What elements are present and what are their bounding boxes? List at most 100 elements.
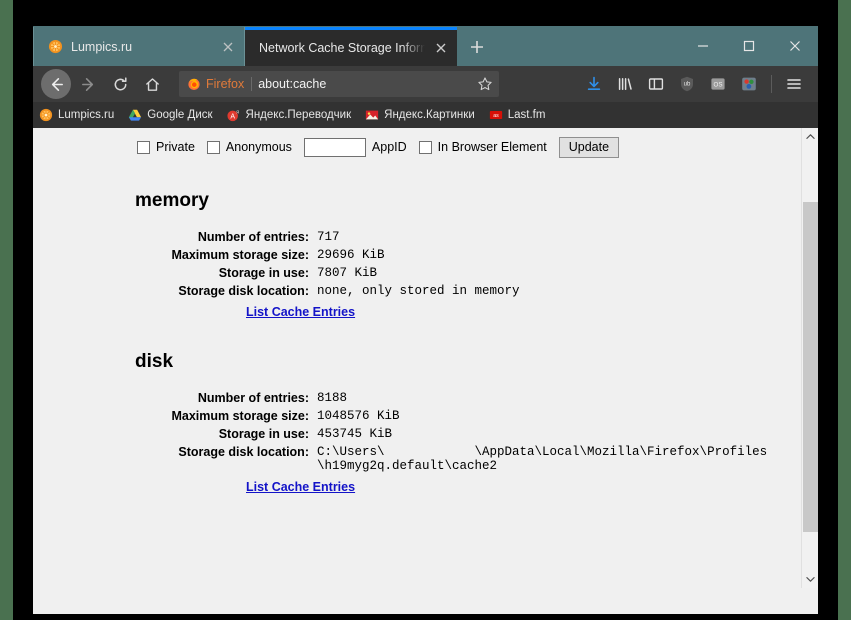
extension-icon[interactable] <box>735 70 763 98</box>
table-row: Maximum storage size: 29696 KiB <box>33 246 520 264</box>
appid-input[interactable] <box>303 137 366 157</box>
firefox-logo-icon <box>188 78 200 90</box>
bookmark-label: Last.fm <box>507 109 546 121</box>
bookmark-google-disk[interactable]: Google Диск <box>128 108 213 122</box>
close-icon[interactable] <box>220 39 236 55</box>
row-label: Storage disk location: <box>178 445 309 459</box>
table-row: Storage disk location: none, only stored… <box>33 282 519 300</box>
row-value: 453745 KiB <box>317 427 393 441</box>
scroll-down-arrow-icon[interactable] <box>802 571 818 588</box>
row-value: C:\Users\ \AppData\Local\Mozilla\Firefox… <box>317 445 768 473</box>
close-button[interactable] <box>772 26 818 66</box>
window-controls <box>680 26 818 66</box>
bookmarks-toolbar: Lumpics.ru Google Диск A я Яндекс.Перево… <box>33 102 818 128</box>
update-button[interactable]: Update <box>558 136 620 158</box>
tab-title: Lumpics.ru <box>71 39 133 54</box>
firefox-browser-window: Lumpics.ru Network Cache Storage Informa… <box>33 26 818 614</box>
title-bar: Lumpics.ru Network Cache Storage Informa… <box>33 26 818 66</box>
svg-text:я: я <box>236 109 239 115</box>
toolbar-icons: ub OS <box>580 70 810 98</box>
disk-links-row: List Cache Entries <box>33 478 801 496</box>
bookmark-lastfm[interactable]: as Last.fm <box>489 108 546 122</box>
sidebar-icon[interactable] <box>642 70 670 98</box>
in-browser-element-checkbox[interactable] <box>418 140 432 154</box>
page-viewport: Private Anonymous AppID In Browser Eleme… <box>33 128 818 588</box>
row-label: Storage disk location: <box>178 284 309 298</box>
desktop-edge-left <box>0 0 13 620</box>
maximize-button[interactable] <box>726 26 772 66</box>
row-label: Number of entries: <box>197 391 309 405</box>
download-icon[interactable] <box>580 70 608 98</box>
table-row: Maximum storage size: 1048576 KiB <box>33 407 767 425</box>
bookmark-yandex-translate[interactable]: A я Яндекс.Переводчик <box>226 108 352 122</box>
bookmark-yandex-images[interactable]: Яндекс.Картинки <box>365 108 475 122</box>
lastfm-icon: as <box>489 108 503 122</box>
orange-slice-icon <box>48 39 63 54</box>
address-bar[interactable]: Firefox about:cache <box>179 71 499 97</box>
list-cache-entries-link-disk[interactable]: List Cache Entries <box>246 480 355 494</box>
lastfm-scrobbler-icon[interactable]: OS <box>704 70 732 98</box>
svg-text:A: A <box>230 114 235 121</box>
row-value: 717 <box>317 230 340 244</box>
tab-lumpics[interactable]: Lumpics.ru <box>33 27 245 66</box>
bookmark-label: Google Диск <box>147 109 213 121</box>
page-scrollbar[interactable] <box>801 128 818 588</box>
ublock-origin-icon[interactable]: ub <box>673 70 701 98</box>
table-row: Storage in use: 7807 KiB <box>33 264 520 282</box>
section-title-memory: memory <box>135 190 209 211</box>
section-title-disk: disk <box>135 351 174 372</box>
brand-label: Firefox <box>206 77 245 91</box>
about-cache-page: Private Anonymous AppID In Browser Eleme… <box>33 128 801 588</box>
table-row: Number of entries: 717 <box>33 228 520 246</box>
private-label: Private <box>156 140 195 154</box>
orange-slice-icon <box>39 108 53 122</box>
row-label: Number of entries: <box>197 230 309 244</box>
row-label: Maximum storage size: <box>171 248 309 262</box>
row-label: Storage in use: <box>218 266 309 280</box>
svg-text:ub: ub <box>684 82 691 88</box>
row-value: 7807 KiB <box>317 266 378 280</box>
svg-text:OS: OS <box>714 81 723 88</box>
table-row: Storage disk location: C:\Users\ \AppDat… <box>33 443 767 475</box>
private-checkbox[interactable] <box>137 140 150 154</box>
table-row: Storage in use: 453745 KiB <box>33 425 767 443</box>
bookmark-lumpics[interactable]: Lumpics.ru <box>39 108 114 122</box>
home-button[interactable] <box>137 69 167 99</box>
scrollbar-thumb[interactable] <box>803 202 818 532</box>
screenshot-root: Lumpics.ru Network Cache Storage Informa… <box>0 0 851 620</box>
row-value: 1048576 KiB <box>317 409 400 423</box>
list-cache-entries-link-memory[interactable]: List Cache Entries <box>246 305 355 319</box>
star-icon[interactable] <box>477 76 493 92</box>
memory-stats-table: Number of entries: 717 Maximum storage s… <box>33 228 520 300</box>
page-bottom-padding <box>33 588 818 614</box>
row-label: Maximum storage size: <box>171 409 309 423</box>
appid-label: AppID <box>371 140 407 154</box>
close-icon[interactable] <box>433 40 449 56</box>
disk-stats-table: Number of entries: 8188 Maximum storage … <box>33 389 767 475</box>
cache-filter-controls: Private Anonymous AppID In Browser Eleme… <box>33 134 801 160</box>
forward-button[interactable] <box>73 69 103 99</box>
back-button[interactable] <box>41 69 71 99</box>
in-browser-element-label: In Browser Element <box>437 140 547 154</box>
library-icon[interactable] <box>611 70 639 98</box>
row-value: 29696 KiB <box>317 248 385 262</box>
bookmark-label: Lumpics.ru <box>58 109 115 121</box>
new-tab-button[interactable] <box>457 27 497 66</box>
anonymous-label: Anonymous <box>225 140 292 154</box>
bookmark-label: Яндекс.Картинки <box>384 109 475 121</box>
navigation-toolbar: Firefox about:cache ub OS <box>33 66 818 102</box>
reload-button[interactable] <box>105 69 135 99</box>
tab-network-cache-storage-information[interactable]: Network Cache Storage Information <box>245 27 457 66</box>
menu-icon[interactable] <box>780 70 808 98</box>
url-text[interactable]: about:cache <box>258 77 471 91</box>
row-label: Storage in use: <box>218 427 309 441</box>
scroll-up-arrow-icon[interactable] <box>802 128 818 145</box>
svg-text:as: as <box>493 113 499 119</box>
desktop-edge-right <box>838 0 851 620</box>
minimize-button[interactable] <box>680 26 726 66</box>
yandex-images-icon <box>365 108 379 122</box>
tab-title: Network Cache Storage Information <box>259 41 425 55</box>
bookmark-label: Яндекс.Переводчик <box>245 109 352 121</box>
google-drive-icon <box>128 108 142 122</box>
anonymous-checkbox[interactable] <box>206 140 220 154</box>
